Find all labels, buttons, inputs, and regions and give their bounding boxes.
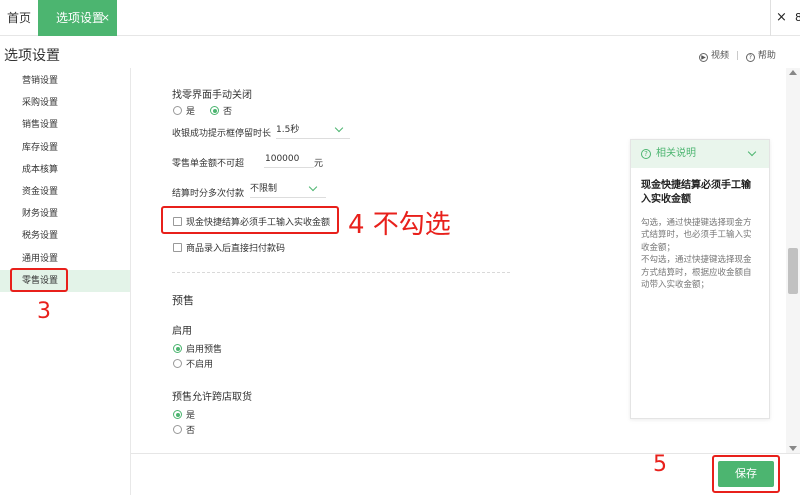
help-link-label: 帮助 [757,51,776,61]
change-close-label: 找零界面手动关闭 [172,90,252,101]
cross-store-no-label: 否 [186,426,196,436]
change-close-yes-radio[interactable] [173,106,182,115]
help-panel-body-unchecked: 不勾选，通过快捷键选择现金方式结算时，根据应收金额自动带入实收金额； [641,255,752,291]
section-divider [172,272,510,273]
sidebar-item-inventory[interactable]: 库存设置 [0,137,130,159]
presale-enable-off-radio[interactable] [173,359,182,368]
help-panel-header-label: 相关说明 [656,148,696,159]
tab-options-settings-label: 选项设置 [56,11,105,25]
sidebar-item-finance[interactable]: 财务设置 [0,203,130,225]
scan-code-checkbox[interactable] [173,243,182,252]
help-link[interactable]: ? 帮助 [745,48,776,62]
presale-enable-on-radio[interactable] [173,344,182,353]
sidebar-item-sales[interactable]: 销售设置 [0,114,130,136]
collect-tip-label: 收银成功提示框停留时长 [172,129,272,139]
tab-close-icon[interactable]: × [101,0,110,36]
help-panel-header[interactable]: ? 相关说明 [631,140,769,168]
scan-code-label: 商品录入后直接扫付款码 [186,244,286,254]
annotation-box-3 [10,268,68,292]
cross-store-yes-radio[interactable] [173,410,182,419]
collect-tip-value: 1.5秒 [276,125,300,135]
multi-pay-label: 结算时分多次付款 [172,189,245,199]
top-links: ▶ 视频 | ? 帮助 [699,48,776,62]
single-limit-unit: 元 [314,159,324,169]
scroll-down-icon[interactable] [789,446,797,451]
change-close-no-label: 否 [223,107,233,117]
cross-store-yes-label: 是 [186,411,196,421]
single-limit-label: 零售单金额不可超 [172,159,245,169]
window-close-icon[interactable]: × [776,0,788,36]
play-icon: ▶ [699,53,708,62]
window-more-icon[interactable]: 8 [795,0,800,36]
cross-store-no-radio[interactable] [173,425,182,434]
annotation-box-5 [712,455,780,493]
multi-pay-value: 不限制 [250,184,278,194]
annotation-step-3: 3 [37,299,51,324]
chevron-down-icon[interactable] [747,147,757,157]
help-panel-body-checked: 勾选，通过快捷键选择现金方式结算时，也必须手工输入实收金额； [641,218,752,253]
footer-bar [131,453,800,495]
help-panel-body: 勾选，通过快捷键选择现金方式结算时，也必须手工输入实收金额； 不勾选，通过快捷键… [631,207,769,291]
tab-options-settings[interactable]: 选项设置 × [38,0,117,36]
page-title: 选项设置 [4,48,60,64]
video-link[interactable]: ▶ 视频 [699,48,729,62]
sidebar-item-marketing[interactable]: 营销设置 [0,70,130,92]
cross-store-label: 预售允许跨店取货 [172,392,252,403]
presale-section-title: 预售 [172,294,194,307]
scroll-up-icon[interactable] [789,70,797,75]
sidebar-item-purchase[interactable]: 采购设置 [0,92,130,114]
scrollbar[interactable] [786,68,800,453]
single-limit-input[interactable]: 100000 [264,151,314,168]
help-panel-title: 现金快捷结算必须手工输入实收金额 [641,180,751,205]
scrollbar-thumb[interactable] [788,248,798,294]
tab-home[interactable]: 首页 [0,0,38,36]
sidebar-item-tax[interactable]: 税务设置 [0,225,130,247]
link-separator: | [735,51,739,61]
sidebar-item-funds[interactable]: 资金设置 [0,181,130,203]
help-panel: ? 相关说明 现金快捷结算必须手工输入实收金额 勾选，通过快捷键选择现金方式结算时… [630,139,770,419]
app-root: 首页 选项设置 × × 8 选项设置 ▶ 视频 | ? 帮助 营销设置 采购设置 销… [0,0,800,495]
annotation-step-5: 5 [653,452,667,477]
presale-enable-on-label: 启用预售 [186,345,223,355]
tab-bar-divider [770,0,771,36]
change-close-yes-label: 是 [186,107,196,117]
annotation-box-4 [161,206,339,234]
question-icon: ? [641,149,651,159]
sidebar-item-costing[interactable]: 成本核算 [0,159,130,181]
presale-enable-off-label: 不启用 [186,360,214,370]
tab-bar: 首页 选项设置 × × 8 [0,0,800,36]
sidebar-item-general[interactable]: 通用设置 [0,248,130,270]
presale-enable-label: 启用 [172,326,192,337]
video-link-label: 视频 [711,51,730,61]
question-icon: ? [745,53,755,62]
change-close-no-radio[interactable] [210,106,219,115]
annotation-step-4: 4 不勾选 [348,210,451,240]
